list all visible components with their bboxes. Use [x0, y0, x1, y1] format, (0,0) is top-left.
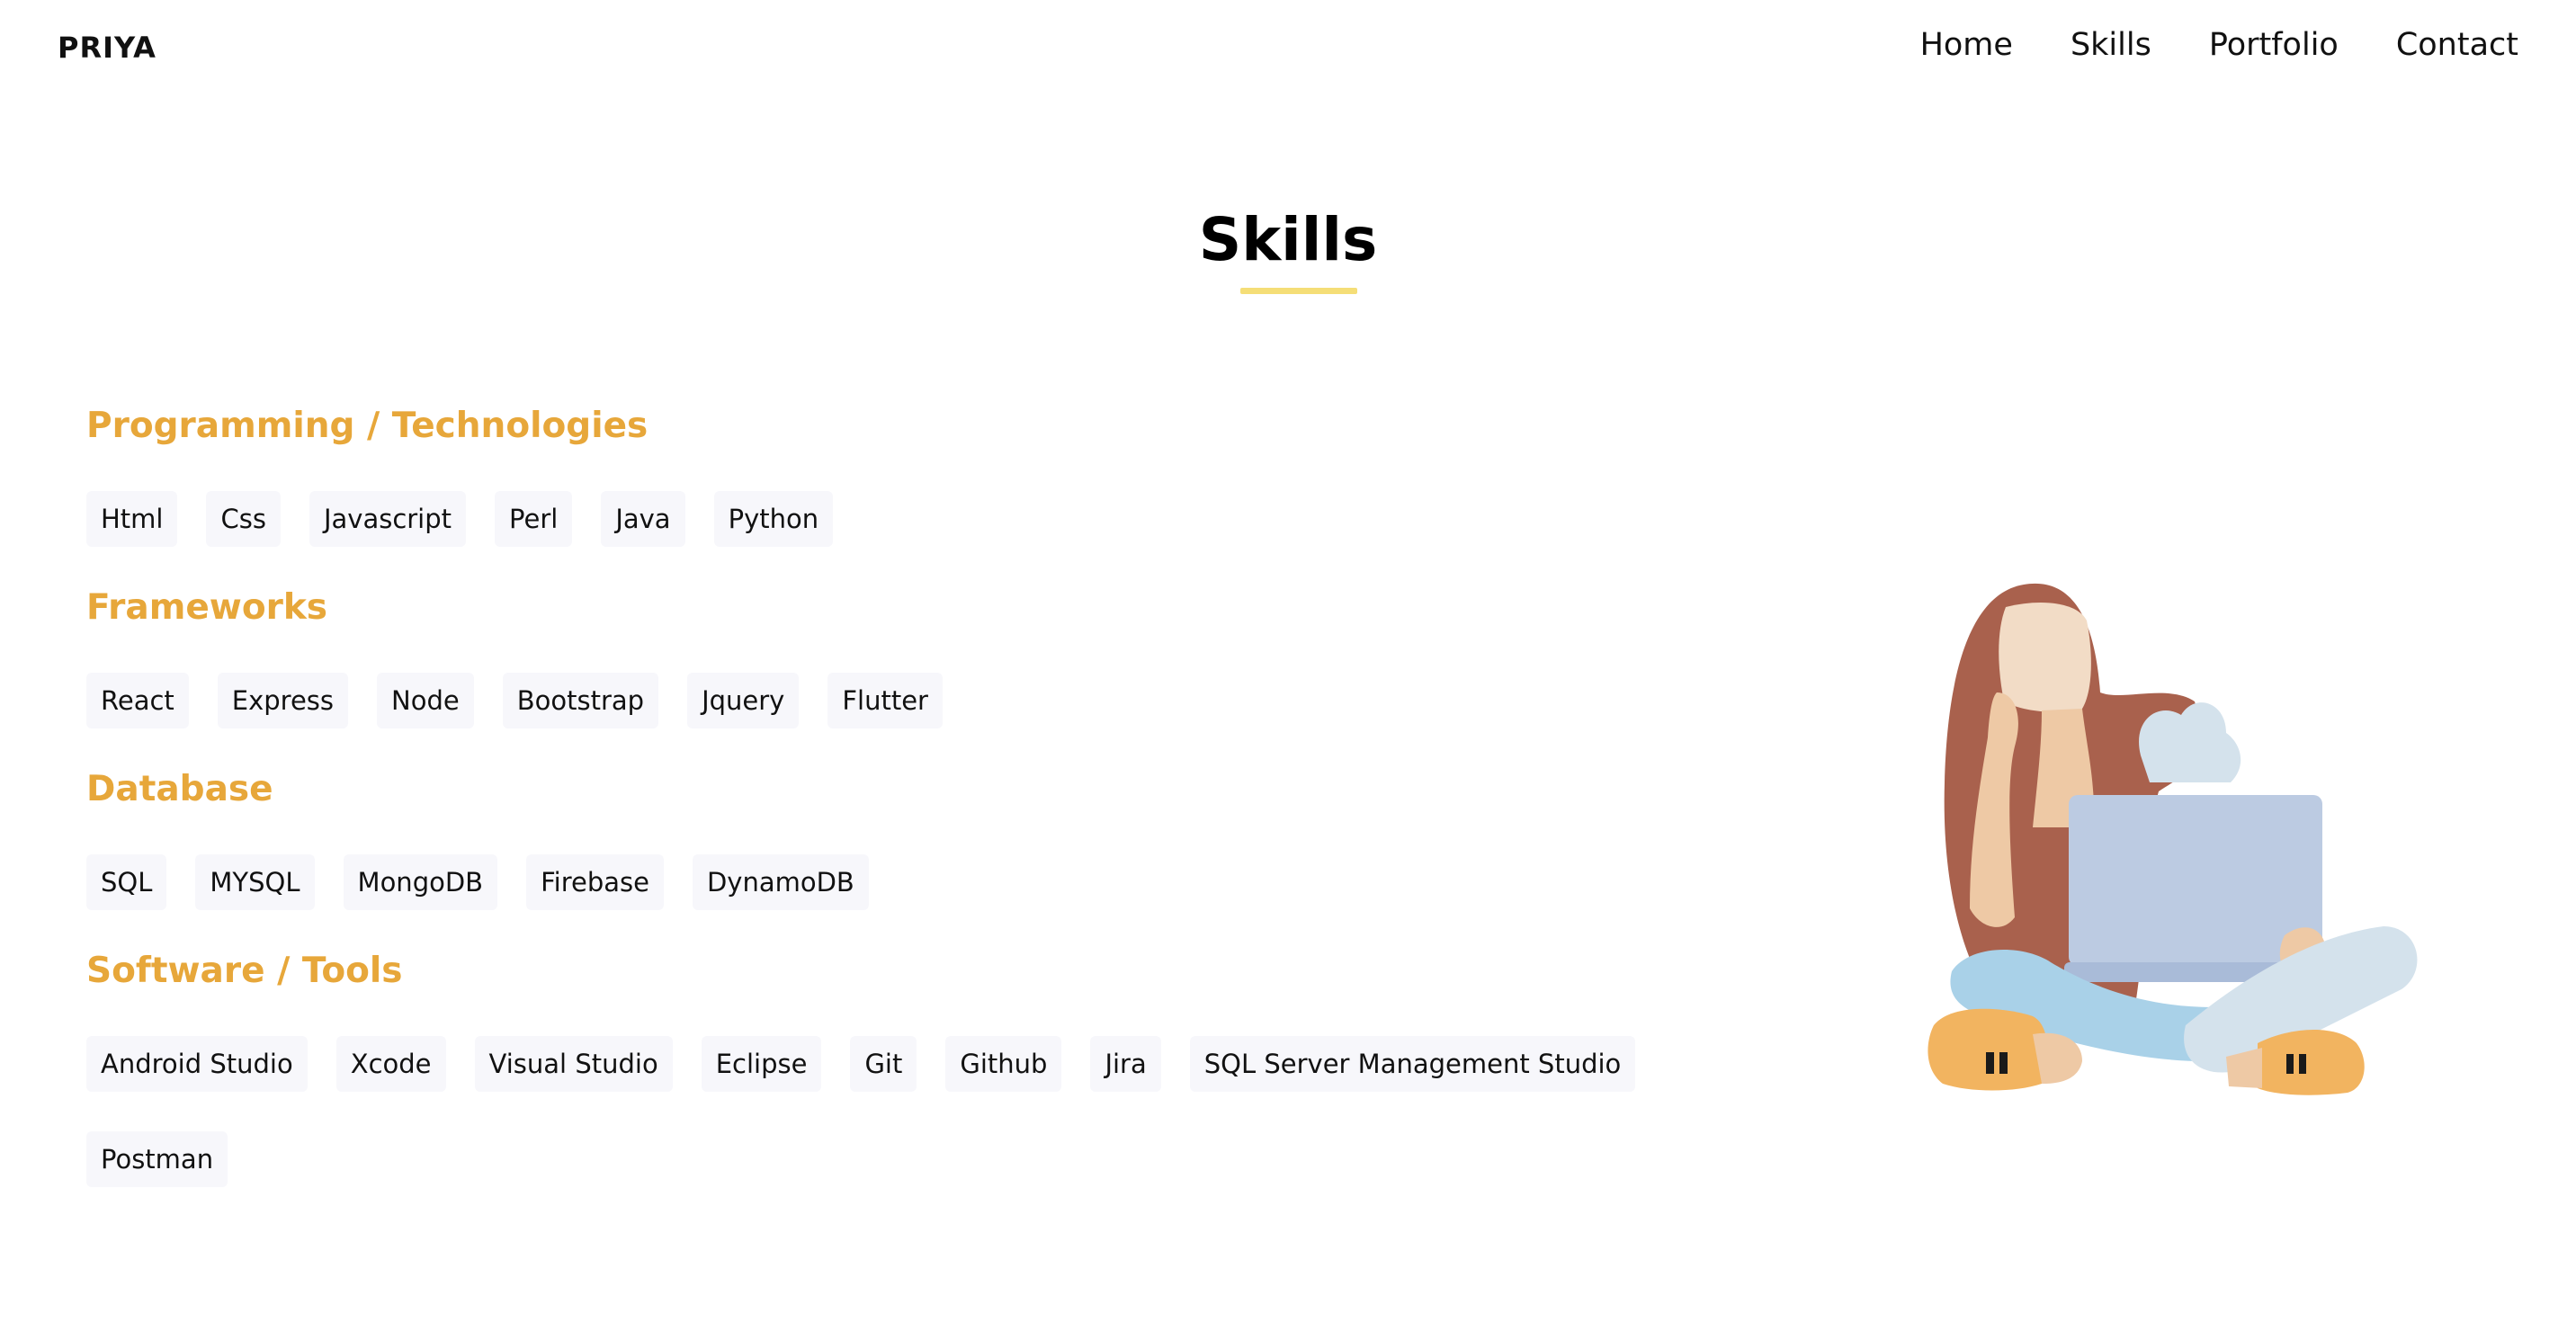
skill-chip: Node [377, 673, 474, 728]
category-title: Programming / Technologies [86, 406, 648, 446]
skill-chip: Java [601, 491, 685, 547]
category-title: Software / Tools [86, 951, 403, 991]
skill-chip: SQL Server Management Studio [1189, 1036, 1636, 1092]
skill-chip: Javascript [309, 491, 467, 547]
nav-portfolio[interactable]: Portfolio [2209, 27, 2339, 63]
skill-chip: Android Studio [86, 1036, 308, 1092]
skills-list: Programming / Technologies Html Css Java… [86, 396, 1705, 1218]
nav-contact[interactable]: Contact [2396, 27, 2518, 63]
skill-chip: MYSQL [195, 854, 315, 910]
skill-chip: Visual Studio [474, 1036, 673, 1092]
illustration-svg [1928, 583, 2418, 1095]
skill-chip: Postman [86, 1131, 228, 1187]
category-title: Frameworks [86, 587, 327, 628]
skill-chips: Html Css Javascript Perl Java Python [86, 491, 1705, 547]
skill-chips: Android Studio Xcode Visual Studio Eclip… [86, 1036, 1705, 1187]
skill-chips: SQL MYSQL MongoDB Firebase DynamoDB [86, 854, 1705, 910]
skill-chip: Github [945, 1036, 1062, 1092]
skill-chip: Git [850, 1036, 917, 1092]
top-nav: PRIYA Home Skills Portfolio Contact [0, 0, 2576, 97]
site-logo[interactable]: PRIYA [58, 31, 157, 65]
skill-chip: Jquery [687, 673, 800, 728]
skill-chip: MongoDB [343, 854, 498, 910]
skill-chip: SQL [86, 854, 167, 910]
category-programming: Programming / Technologies Html Css Java… [86, 396, 1705, 547]
skill-chip: Eclipse [701, 1036, 822, 1092]
category-database: Database SQL MYSQL MongoDB Firebase Dyna… [86, 759, 1705, 910]
skill-chip: Bootstrap [502, 673, 659, 728]
skill-chip: Jira [1090, 1036, 1161, 1092]
skill-chip: Firebase [526, 854, 664, 910]
title-underline [1240, 288, 1357, 294]
category-frameworks: Frameworks React Express Node Bootstrap … [86, 577, 1705, 728]
woman-with-laptop-illustration [1916, 558, 2419, 1133]
skill-chip: DynamoDB [692, 854, 869, 910]
skill-chip: Perl [495, 491, 573, 547]
skill-chip: Flutter [827, 673, 943, 728]
skill-chip: React [86, 673, 189, 728]
nav-home[interactable]: Home [1920, 27, 2013, 63]
category-software-tools: Software / Tools Android Studio Xcode Vi… [86, 941, 1705, 1187]
skill-chip: Express [217, 673, 349, 728]
section-title: Skills [1198, 205, 1378, 274]
skill-chip: Css [206, 491, 281, 547]
category-title: Database [86, 769, 273, 809]
skill-chip: Html [86, 491, 178, 547]
skill-chip: Xcode [335, 1036, 446, 1092]
nav-skills[interactable]: Skills [2071, 27, 2151, 63]
nav-menu: Home Skills Portfolio Contact [1920, 27, 2518, 63]
skill-chip: Python [713, 491, 834, 547]
skill-chips: React Express Node Bootstrap Jquery Flut… [86, 673, 1705, 728]
